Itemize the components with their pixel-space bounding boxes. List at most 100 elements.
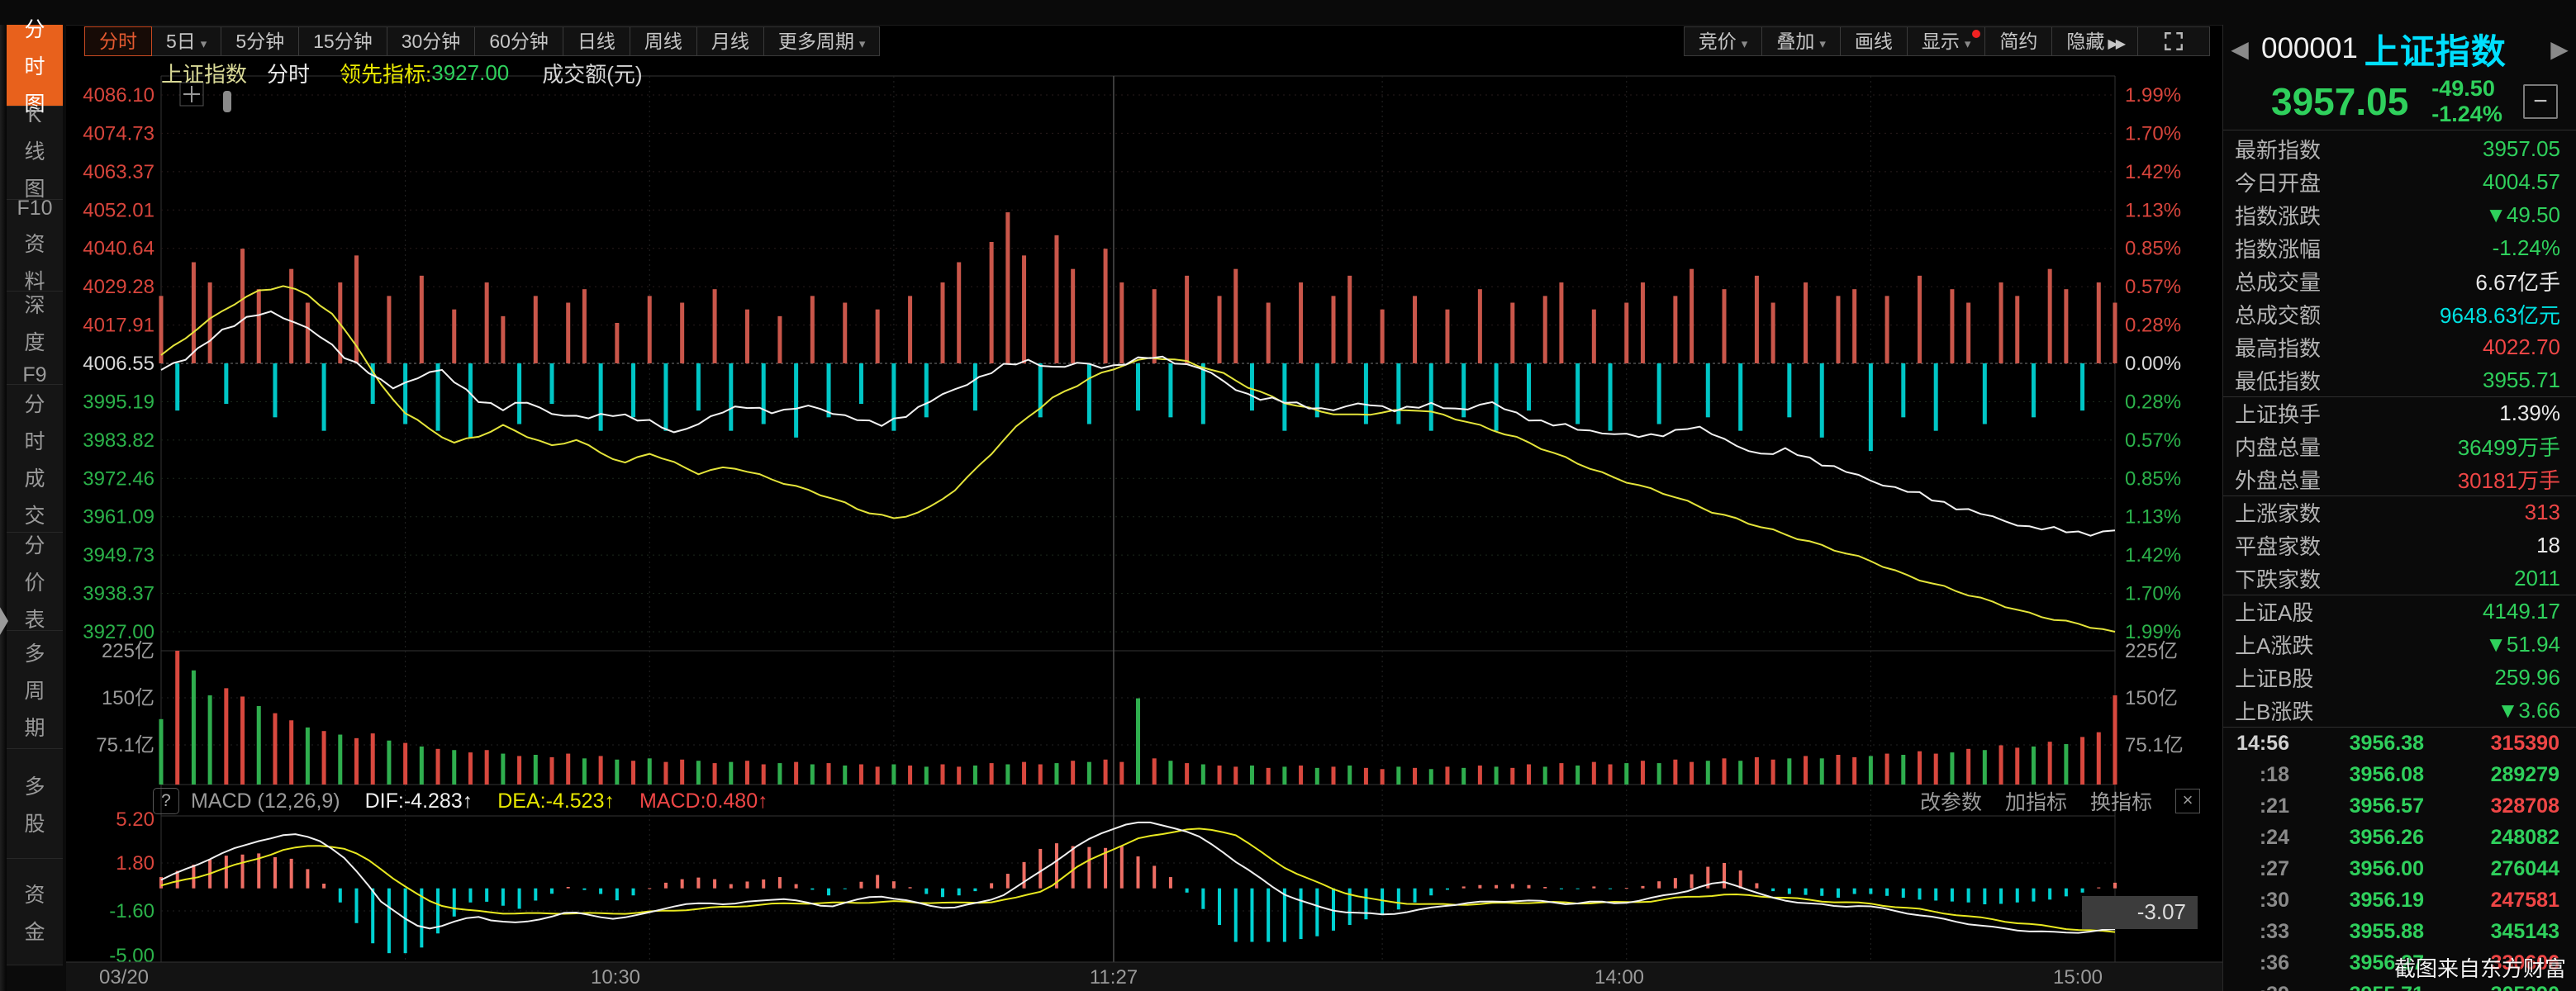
top-menu-bar [0,0,2576,26]
toolbar-button-60分钟[interactable]: 60分钟 [474,26,563,56]
toolbar-button-隐藏[interactable]: 隐藏▶▶ [2051,26,2138,56]
change-value: -49.50 [2431,76,2495,101]
macd-title: MACD (12,26,9) [191,789,340,813]
toolbar-button-更多周期[interactable]: 更多周期▾ [763,26,881,56]
svg-text:1.13%: 1.13% [2125,506,2181,529]
period-toolbar: 分时5日▾5分钟15分钟30分钟60分钟日线周线月线更多周期▾ 竞价▾叠加▾画线… [66,26,2222,56]
tick-row: 14:563956.38315390 [2223,728,2576,759]
left-tab-strip: 分时图K线图F10资料深度F9分时成交分价表多周期多股资金 [0,25,66,991]
svg-text:0.57%: 0.57% [2125,429,2181,452]
toolbar-button-分时[interactable]: 分时 [84,26,152,56]
svg-text:3949.73: 3949.73 [83,544,154,567]
tick-row: :333955.88345143 [2223,916,2576,947]
toolbar-button-周线[interactable]: 周线 [630,26,697,56]
svg-text:4017.91: 4017.91 [83,315,154,337]
svg-text:1.70%: 1.70% [2125,122,2181,145]
quote-row-下跌家数: 下跌家数2011 [2223,562,2576,595]
svg-text:4086.10: 4086.10 [83,84,154,107]
svg-text:3938.37: 3938.37 [83,583,154,605]
quote-row-总成交额: 总成交额9648.63亿元 [2223,297,2576,330]
quote-row-指数涨跌: 指数涨跌▼49.50 [2223,198,2576,231]
switch-indicator-button[interactable]: 换指标 [2090,786,2152,816]
svg-text:1.80: 1.80 [116,852,154,875]
sidebar-tab-多周期[interactable]: 多周期 [7,631,63,749]
tick-list[interactable]: 14:563956.38315390:183956.08289279:21395… [2223,727,2576,991]
sidebar-tab-F10资料[interactable]: F10资料 [7,200,63,292]
amount-axis-label: 成交额(元) [542,58,642,88]
svg-text:0.57%: 0.57% [2125,276,2181,298]
toolbar-button-叠加[interactable]: 叠加▾ [1761,26,1841,56]
fullscreen-expand-icon[interactable] [2137,26,2210,56]
svg-text:225亿: 225亿 [2125,640,2178,662]
caret-down-icon: ▾ [859,37,866,51]
intraday-chart[interactable]: 4086.101.99%4074.731.70%4063.371.42%4052… [66,25,2222,991]
sidebar-tab-资金[interactable]: 资金 [7,859,63,965]
quote-row-上证B股: 上证B股259.96 [2223,661,2576,694]
toolbar-button-简约[interactable]: 简约 [1984,26,2052,56]
collapse-panel-button[interactable]: − [2523,84,2558,119]
sidebar-tab-多股[interactable]: 多股 [7,749,63,859]
quote-row-最低指数: 最低指数3955.71 [2223,363,2576,396]
chart-region: 4086.101.99%4074.731.70%4063.371.42%4052… [66,25,2222,991]
caret-down-icon: ▾ [1965,37,1971,51]
tick-row: :183956.08289279 [2223,759,2576,790]
quote-row-内盘总量: 内盘总量36499万手 [2223,429,2576,462]
sidebar-expand-arrow-icon[interactable] [0,603,8,639]
sidebar-tab-分时成交[interactable]: 分时成交 [7,385,63,533]
sidebar-tab-分价表[interactable]: 分价表 [7,533,63,631]
quote-row-指数涨幅: 指数涨幅-1.24% [2223,231,2576,264]
svg-text:-1.60: -1.60 [109,900,154,922]
sidebar-tab-深度F9[interactable]: 深度F9 [7,292,63,385]
svg-text:4052.01: 4052.01 [83,199,154,221]
toolbar-button-15分钟[interactable]: 15分钟 [298,26,387,56]
change-params-button[interactable]: 改参数 [1920,786,1982,816]
price-change: -49.50 -1.24% [2431,76,2502,127]
svg-text:11:27: 11:27 [1090,966,1138,989]
tick-row: :243956.26248082 [2223,822,2576,853]
svg-text:0.00%: 0.00% [2125,353,2181,375]
toolbar-button-日线[interactable]: 日线 [563,26,630,56]
quote-row-上证换手: 上证换手1.39% [2223,396,2576,429]
change-percent: -1.24% [2431,102,2502,126]
trading-terminal-window: 分时图K线图F10资料深度F9分时成交分价表多周期多股资金 4086.101.9… [0,0,2576,991]
caret-down-icon: ▾ [1819,37,1826,51]
quote-row-平盘家数: 平盘家数18 [2223,529,2576,562]
svg-text:4074.73: 4074.73 [83,122,154,145]
add-indicator-button[interactable]: 加指标 [2005,786,2067,816]
quote-row-上涨家数: 上涨家数313 [2223,496,2576,529]
svg-text:03/20: 03/20 [99,966,149,989]
svg-text:3972.46: 3972.46 [83,467,154,490]
quote-header: ◀ 000001 上证指数 ▶ [2223,25,2576,73]
prev-stock-icon[interactable]: ◀ [2228,36,2251,63]
svg-text:75.1亿: 75.1亿 [96,734,154,756]
sidebar-tab-K线图[interactable]: K线图 [7,107,63,200]
svg-text:1.70%: 1.70% [2125,583,2181,605]
macd-dea-readout: DEA:-4.523↑ [497,789,615,813]
svg-text:-3.07: -3.07 [2137,899,2186,924]
svg-text:150亿: 150亿 [2125,687,2178,709]
quote-panel: ◀ 000001 上证指数 ▶ 3957.05 -49.50 -1.24% − … [2222,25,2576,991]
svg-text:5.20: 5.20 [116,808,154,831]
toolbar-button-30分钟[interactable]: 30分钟 [387,26,476,56]
toolbar-button-月线[interactable]: 月线 [696,26,764,56]
macd-value-readout: MACD:0.480↑ [639,789,768,813]
svg-text:1.42%: 1.42% [2125,161,2181,183]
help-icon[interactable]: ? [153,788,179,814]
toolbar-button-5日[interactable]: 5日▾ [151,26,221,56]
close-indicator-icon[interactable]: × [2175,789,2200,813]
next-stock-icon[interactable]: ▶ [2548,36,2571,63]
svg-text:14:00: 14:00 [1595,966,1644,989]
svg-text:4063.37: 4063.37 [83,161,154,183]
svg-text:150亿: 150亿 [102,687,154,709]
macd-dif-readout: DIF:-4.283↑ [365,789,473,813]
toolbar-button-画线[interactable]: 画线 [1840,26,1908,56]
toolbar-button-显示[interactable]: 显示▾ [1907,26,1986,56]
quote-row-上B涨跌: 上B涨跌▼3.66 [2223,694,2576,727]
chart-period-label: 分时 [267,58,310,88]
toolbar-button-5分钟[interactable]: 5分钟 [221,26,299,56]
sidebar-tab-分时图[interactable]: 分时图 [7,25,63,107]
toolbar-button-竞价[interactable]: 竞价▾ [1684,26,1763,56]
quote-row-上A涨跌: 上A涨跌▼51.94 [2223,628,2576,661]
watermark-text: 截图来自东方财富 [2394,952,2566,983]
tick-row: :303956.19247581 [2223,884,2576,916]
